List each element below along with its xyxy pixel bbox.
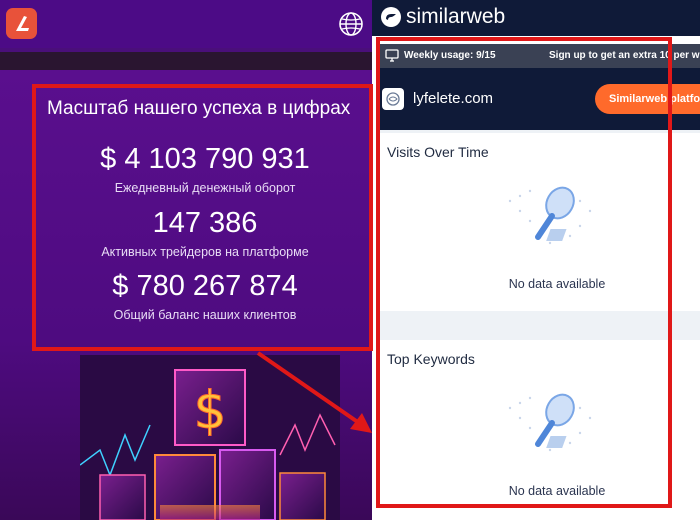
similarweb-header: similarweb <box>372 0 700 36</box>
dollar-sign-icon: $ <box>193 381 226 441</box>
globe-icon[interactable] <box>338 11 364 37</box>
highlight-box-similarweb <box>376 37 672 508</box>
divider-band <box>0 52 372 70</box>
red-arrow-icon <box>256 351 372 433</box>
brand-logo-icon[interactable] <box>6 8 37 39</box>
similarweb-logo-icon <box>381 7 401 27</box>
site-header <box>0 0 372 48</box>
similarweb-brand: similarweb <box>406 5 506 28</box>
highlight-box-stats <box>32 84 373 351</box>
